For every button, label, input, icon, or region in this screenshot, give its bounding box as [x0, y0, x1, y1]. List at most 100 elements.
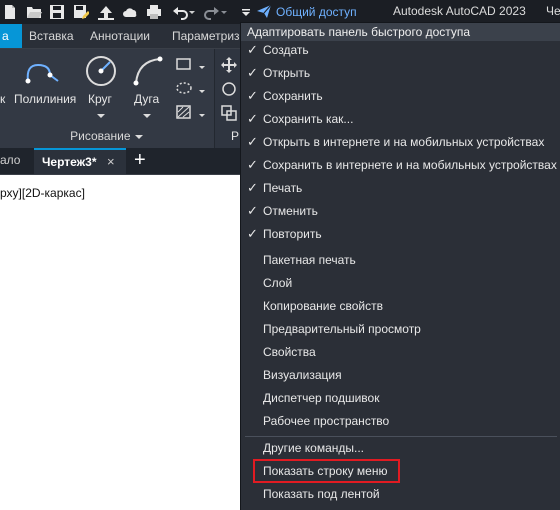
new-icon[interactable] [2, 4, 18, 20]
rectangle-icon[interactable] [176, 57, 192, 71]
menu-header-text: Адаптировать панель быстрого доступа [247, 25, 471, 39]
menu-item-more-commands[interactable]: Другие команды... [241, 438, 560, 460]
menu-item-open-web[interactable]: ✓ Открыть в интернете и на мобильных устр… [241, 132, 560, 154]
menu-item-undo[interactable]: ✓ Отменить [241, 201, 560, 223]
redo-icon[interactable] [204, 4, 220, 20]
menu-item-label: Открыть [263, 66, 311, 80]
publish-web-icon[interactable] [98, 4, 114, 20]
menu-item-layer[interactable]: Слой [241, 273, 560, 295]
menu-item-new[interactable]: ✓ Создать [241, 40, 560, 62]
check-icon: ✓ [247, 65, 258, 80]
menu-item-matchprop[interactable]: Копирование свойств [241, 296, 560, 318]
menu-item-label: Слой [263, 276, 293, 290]
menu-item-label: Копирование свойств [263, 299, 383, 313]
menu-item-preview[interactable]: Предварительный просмотр [241, 319, 560, 341]
copy-icon[interactable] [221, 105, 237, 121]
tab-annotate[interactable]: Аннотации [90, 24, 150, 48]
new-tab-button[interactable]: + [134, 149, 146, 171]
qat-dropdown-icon[interactable] [240, 4, 252, 20]
viewport-controls-label[interactable]: рху][2D-каркас] [0, 186, 85, 200]
menu-item-label: Сохранить как... [263, 112, 354, 126]
menu-item-sheetset[interactable]: Диспетчер подшивок [241, 388, 560, 410]
ribbon-panel-draw: к Полилиния Круг Дуга Рисование [0, 49, 240, 148]
tool-arc-label[interactable]: Дуга [134, 92, 159, 106]
undo-dropdown-icon[interactable] [188, 4, 196, 20]
menu-header: Адаптировать панель быстрого доступа [241, 23, 560, 41]
menu-item-label: Предварительный просмотр [263, 322, 421, 336]
menu-item-label: Создать [263, 43, 309, 57]
menu-item-label: Повторить [263, 227, 322, 241]
close-icon[interactable]: × [107, 154, 115, 169]
menu-item-label: Визуализация [263, 368, 342, 382]
modify-panel-partial: Р [214, 49, 241, 148]
check-icon: ✓ [247, 157, 258, 172]
tool-polyline-label[interactable]: Полилиния [14, 92, 76, 106]
share-icon [256, 3, 272, 22]
menu-item-batch-plot[interactable]: Пакетная печать [241, 250, 560, 272]
print-icon[interactable] [146, 4, 162, 20]
menu-item-label: Другие команды... [263, 441, 364, 455]
menu-item-show-below-ribbon[interactable]: Показать под лентой [241, 484, 560, 506]
menu-item-open[interactable]: ✓ Открыть [241, 63, 560, 85]
menu-item-label: Свойства [263, 345, 316, 359]
check-icon: ✓ [247, 42, 258, 57]
circle-icon[interactable] [83, 53, 119, 89]
modify-panel-title[interactable]: Р [231, 129, 239, 143]
check-icon: ✓ [247, 226, 258, 241]
hatch-dropdown-icon[interactable] [198, 85, 206, 93]
menu-item-label: Отменить [263, 204, 318, 218]
chevron-down-icon [134, 127, 144, 147]
undo-icon[interactable] [172, 4, 188, 20]
check-icon: ✓ [247, 88, 258, 103]
menu-item-label: Печать [263, 181, 303, 195]
tab-start[interactable]: ало [0, 153, 20, 167]
menu-item-saveas[interactable]: ✓ Сохранить как... [241, 109, 560, 131]
hatch-icon[interactable] [176, 81, 192, 95]
title-bar: Общий доступ Autodesk AutoCAD 2023 Черт [0, 0, 560, 24]
check-icon: ✓ [247, 111, 258, 126]
drawing-title: Черт [546, 4, 560, 18]
menu-item-save[interactable]: ✓ Сохранить [241, 86, 560, 108]
menu-item-save-web[interactable]: ✓ Сохранить в интернете и на мобильных ус… [241, 155, 560, 177]
save-icon[interactable] [49, 4, 65, 20]
menu-separator [245, 436, 557, 437]
menu-item-label: Пакетная печать [263, 253, 356, 267]
menu-item-label: Показать под лентой [263, 487, 380, 501]
tab-parametric[interactable]: Параметриз [172, 24, 240, 48]
polyline-icon[interactable] [22, 55, 62, 89]
gradient-dropdown-icon[interactable] [198, 109, 206, 117]
arc-dropdown-icon[interactable] [142, 109, 152, 118]
qat-customize-menu: Адаптировать панель быстрого доступа ✓ Со… [240, 22, 560, 510]
cloud-icon[interactable] [122, 4, 138, 20]
tab-insert[interactable]: Вставка [29, 24, 74, 48]
tab-home[interactable]: а [0, 24, 22, 48]
drawing-canvas[interactable] [0, 175, 240, 510]
menu-item-redo[interactable]: ✓ Повторить [241, 224, 560, 246]
tab-drawing-label: Чертеж3* [42, 155, 97, 169]
draw-panel-title[interactable]: Рисование [0, 126, 214, 146]
menu-item-label: Открыть в интернете и на мобильных устро… [263, 135, 545, 149]
arc-icon[interactable] [130, 53, 166, 89]
menu-item-render[interactable]: Визуализация [241, 365, 560, 387]
tool-line-label[interactable]: к [0, 92, 5, 106]
tab-drawing[interactable]: Чертеж3* × [34, 148, 126, 174]
menu-item-print[interactable]: ✓ Печать [241, 178, 560, 200]
saveas-icon[interactable] [73, 4, 90, 20]
redo-dropdown-icon[interactable] [220, 4, 228, 20]
check-icon: ✓ [247, 203, 258, 218]
app-title: Autodesk AutoCAD 2023 [393, 4, 526, 18]
rotate-icon[interactable] [221, 81, 237, 97]
gradient-icon[interactable] [176, 105, 192, 119]
document-tabs: ало Чертеж3* × + [0, 148, 240, 175]
check-icon: ✓ [247, 180, 258, 195]
tool-circle-label[interactable]: Круг [88, 92, 112, 106]
menu-item-properties[interactable]: Свойства [241, 342, 560, 364]
circle-dropdown-icon[interactable] [96, 109, 106, 118]
share-label: Общий доступ [276, 5, 357, 19]
menu-item-workspace[interactable]: Рабочее пространство [241, 411, 560, 433]
open-icon[interactable] [26, 4, 42, 20]
rectangle-dropdown-icon[interactable] [198, 61, 206, 69]
share-button[interactable]: Общий доступ [256, 3, 357, 21]
move-icon[interactable] [221, 57, 237, 73]
menu-item-label: Сохранить в интернете и на мобильных уст… [263, 158, 557, 172]
